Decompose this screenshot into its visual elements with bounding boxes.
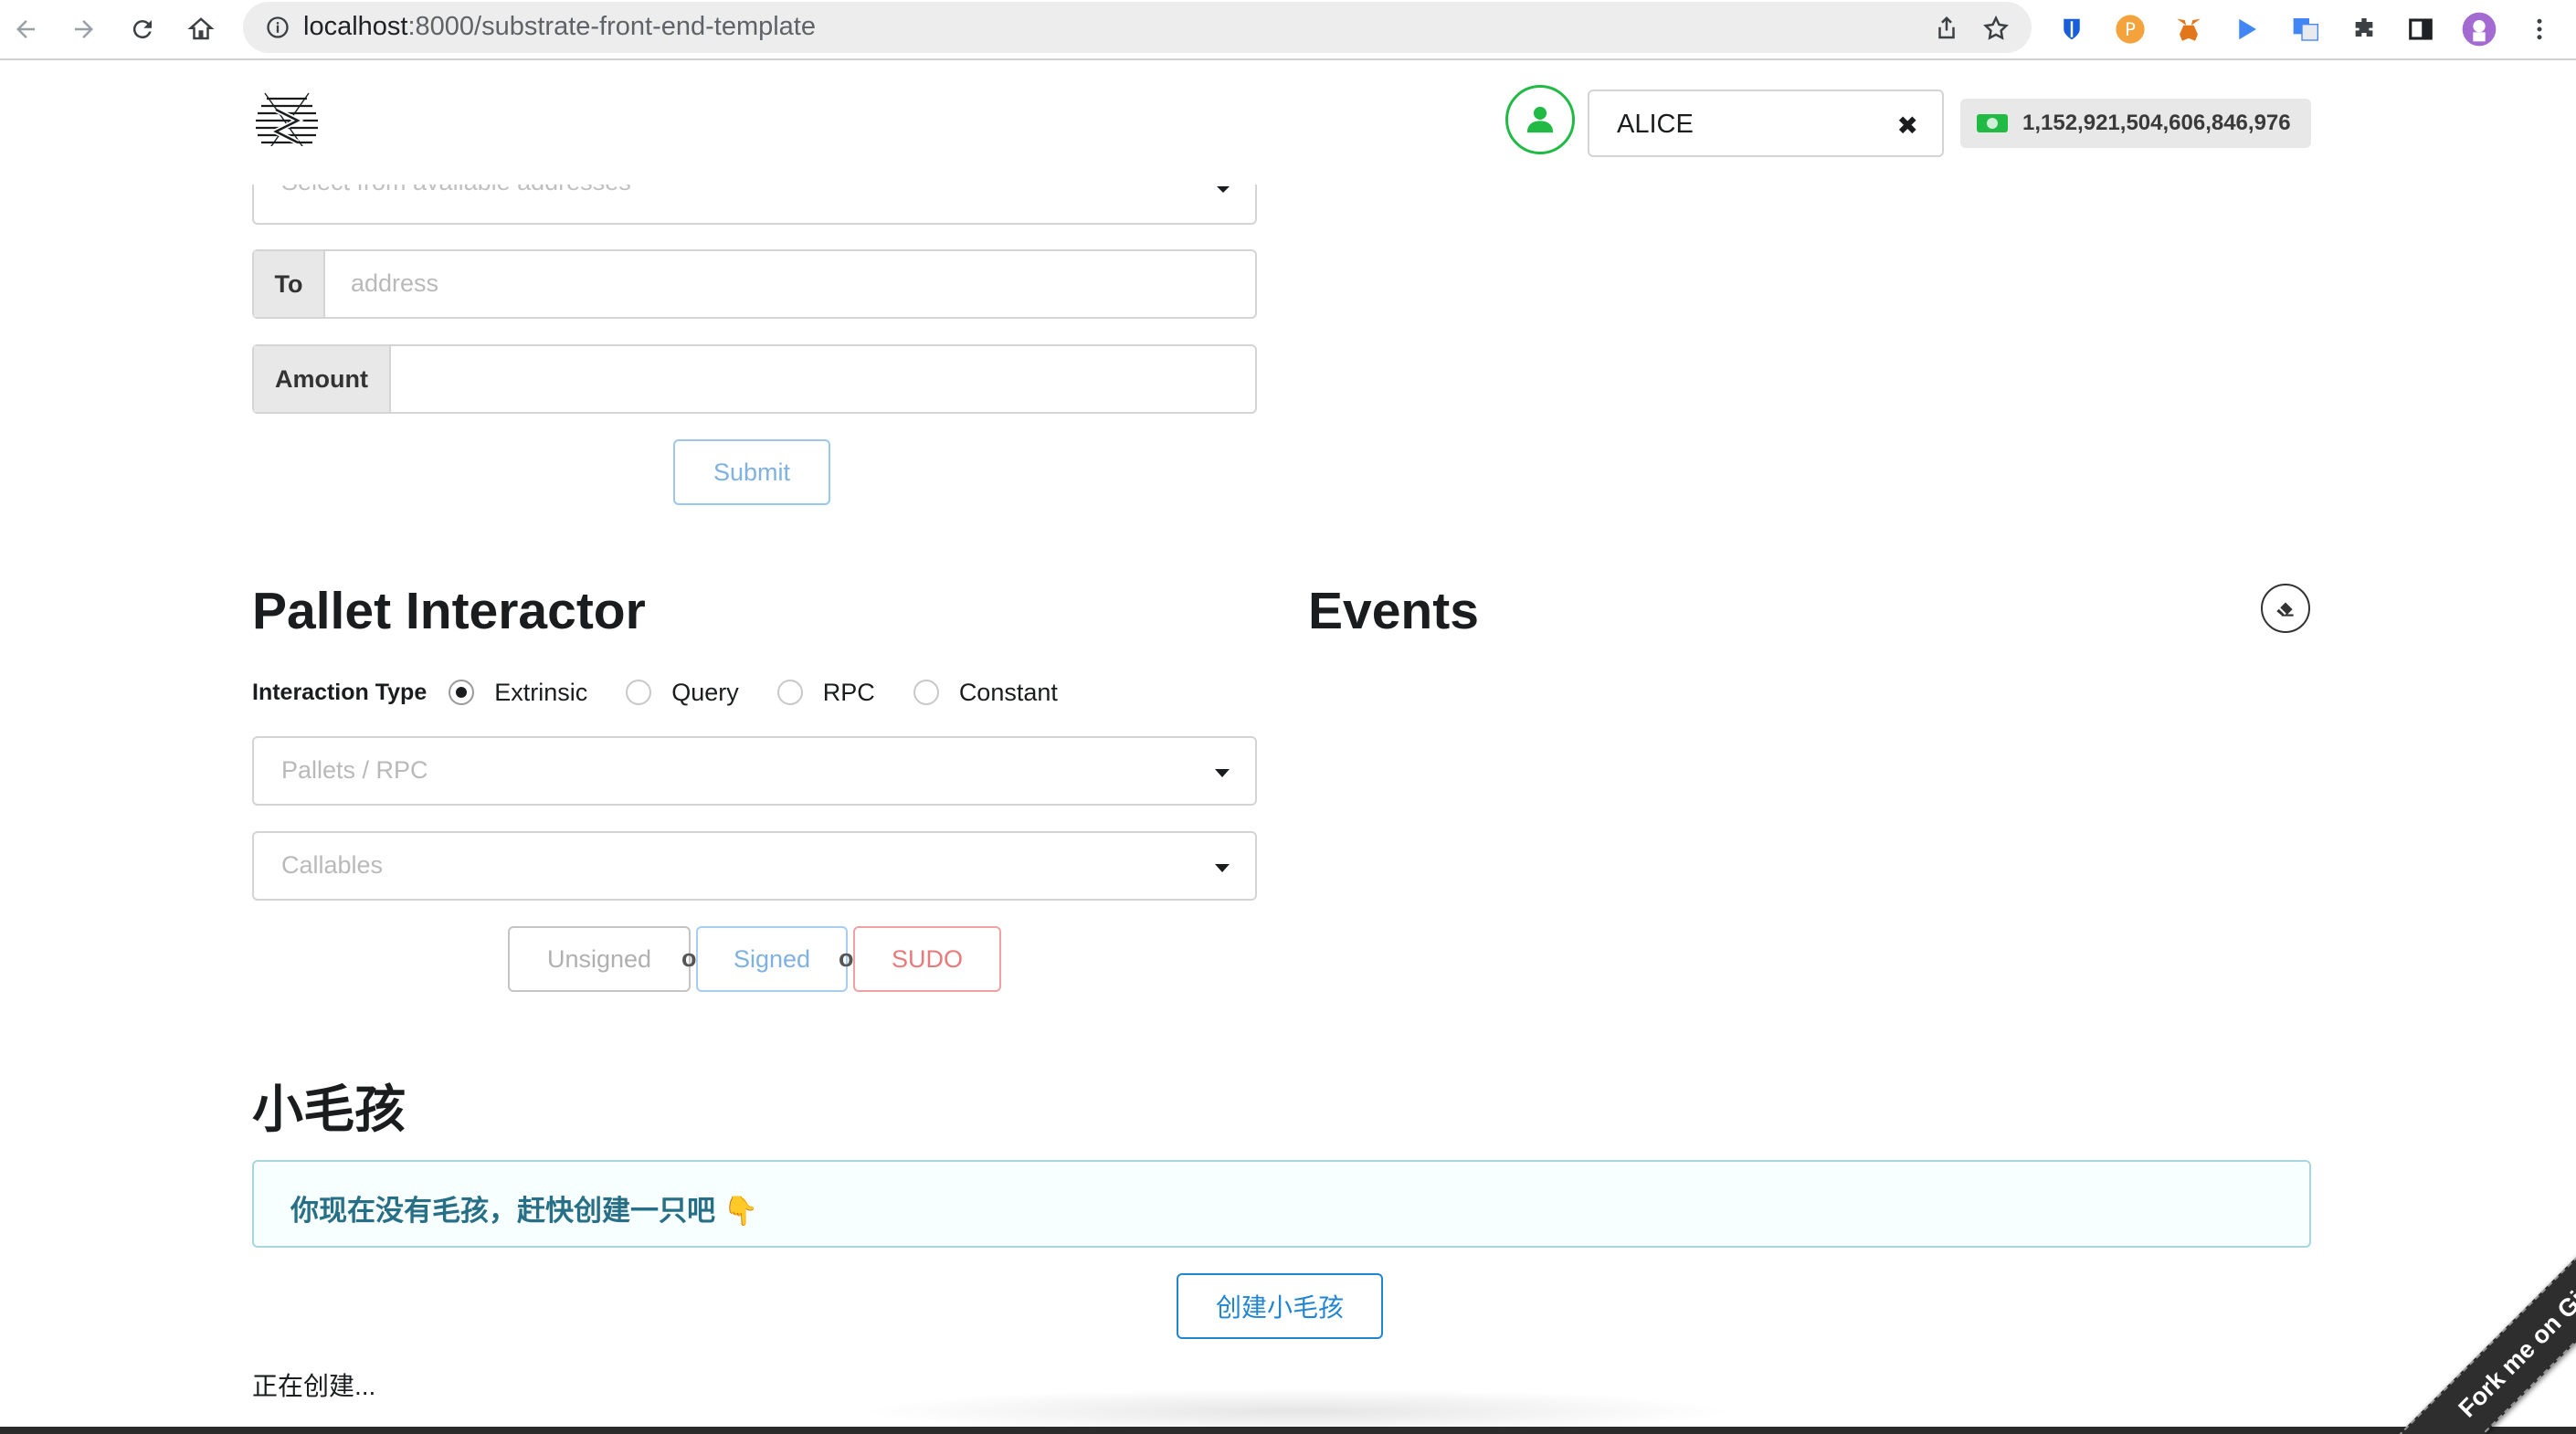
signed-button[interactable]: Signed bbox=[696, 926, 848, 992]
play-extension-icon[interactable] bbox=[2227, 9, 2267, 49]
svg-text:P: P bbox=[2125, 19, 2136, 40]
info-message-text: 你现在没有毛孩，赶快创建一只吧 👇 bbox=[290, 1195, 759, 1227]
creating-status-text: 正在创建... bbox=[252, 1372, 376, 1400]
info-icon[interactable] bbox=[265, 15, 290, 40]
user-icon bbox=[1526, 106, 1554, 133]
address-bar[interactable]: localhost:8000/substrate-front-end-templ… bbox=[243, 2, 2032, 53]
radio-query[interactable] bbox=[626, 680, 652, 705]
radio-rpc-label[interactable]: RPC bbox=[823, 679, 875, 707]
arrow-right-icon bbox=[75, 20, 93, 38]
home-button[interactable] bbox=[181, 9, 221, 49]
home-icon bbox=[187, 17, 215, 40]
scroll-mask bbox=[247, 146, 1270, 183]
submit-button[interactable]: Submit bbox=[673, 439, 830, 505]
radio-extrinsic-label[interactable]: Extrinsic bbox=[494, 679, 587, 707]
caret-down-icon bbox=[1215, 769, 1230, 777]
puzzle-icon[interactable] bbox=[2344, 9, 2384, 49]
window-bottom-edge bbox=[0, 1427, 2576, 1434]
to-field[interactable]: To address bbox=[252, 249, 1257, 319]
interaction-type-group: Interaction Type Extrinsic Query RPC Con… bbox=[252, 674, 1096, 711]
amount-label: Amount bbox=[254, 346, 391, 412]
callables-dropdown[interactable]: Callables bbox=[252, 831, 1257, 901]
kebab-menu-icon[interactable] bbox=[2519, 9, 2560, 49]
balance-label: 1,152,921,504,606,846,976 bbox=[1960, 99, 2311, 148]
unsigned-button[interactable]: Unsigned bbox=[508, 926, 691, 992]
to-label: To bbox=[254, 251, 325, 317]
radio-constant-label[interactable]: Constant bbox=[959, 679, 1058, 707]
clear-events-button[interactable] bbox=[2261, 584, 2310, 633]
radio-rpc[interactable] bbox=[776, 680, 803, 705]
arrow-left-icon bbox=[16, 20, 35, 38]
clear-icon[interactable]: ✖ bbox=[1897, 111, 1918, 141]
account-selector[interactable]: ALICE ✖ bbox=[1588, 90, 1944, 157]
profile-avatar[interactable] bbox=[2459, 9, 2499, 49]
star-icon[interactable] bbox=[1982, 15, 2010, 42]
interaction-type-label: Interaction Type bbox=[252, 679, 428, 705]
radio-query-label[interactable]: Query bbox=[671, 679, 739, 707]
radio-extrinsic[interactable] bbox=[449, 680, 475, 705]
events-title: Events bbox=[1308, 582, 1479, 640]
kitties-title: 小毛孩 bbox=[252, 1081, 406, 1138]
callables-placeholder: Callables bbox=[281, 851, 384, 879]
sudo-button[interactable]: SUDO bbox=[853, 926, 1001, 992]
url-text[interactable]: localhost:8000/substrate-front-end-templ… bbox=[303, 12, 816, 42]
bitwarden-extension-icon[interactable] bbox=[2052, 9, 2092, 49]
account-name: ALICE bbox=[1617, 110, 1694, 139]
metamask-extension-icon[interactable] bbox=[2169, 9, 2209, 49]
pallet-interactor-title: Pallet Interactor bbox=[252, 582, 646, 640]
github-ribbon-text[interactable]: Fork me on GitHub bbox=[2384, 1177, 2576, 1434]
info-message: 你现在没有毛孩，赶快创建一只吧 👇 bbox=[252, 1160, 2311, 1248]
to-input[interactable]: address bbox=[351, 269, 438, 298]
reload-icon bbox=[132, 20, 152, 39]
back-button[interactable] bbox=[5, 9, 46, 49]
account-avatar[interactable] bbox=[1505, 85, 1575, 154]
caret-down-icon bbox=[1215, 864, 1230, 872]
caret-down-icon bbox=[1217, 186, 1230, 193]
translate-extension-icon[interactable] bbox=[2286, 9, 2326, 49]
eraser-icon bbox=[2276, 602, 2294, 617]
polkadot-extension-icon[interactable]: P bbox=[2110, 9, 2150, 49]
github-ribbon[interactable]: Fork me on GitHub bbox=[2311, 1169, 2576, 1434]
pallets-placeholder: Pallets / RPC bbox=[281, 756, 428, 784]
forward-button[interactable] bbox=[64, 9, 104, 49]
create-kitty-button[interactable]: 创建小毛孩 bbox=[1177, 1273, 1383, 1339]
share-icon[interactable] bbox=[1933, 15, 1960, 42]
radio-constant[interactable] bbox=[913, 680, 939, 705]
money-icon bbox=[1977, 114, 2008, 132]
reload-button[interactable] bbox=[122, 9, 163, 49]
mask-edge bbox=[252, 183, 1257, 185]
pallets-dropdown[interactable]: Pallets / RPC bbox=[252, 736, 1257, 806]
side-panel-icon[interactable] bbox=[2401, 9, 2441, 49]
amount-field[interactable]: Amount bbox=[252, 344, 1257, 414]
balance-value: 1,152,921,504,606,846,976 bbox=[2022, 111, 2291, 135]
browser-toolbar: localhost:8000/substrate-front-end-templ… bbox=[0, 0, 2576, 60]
